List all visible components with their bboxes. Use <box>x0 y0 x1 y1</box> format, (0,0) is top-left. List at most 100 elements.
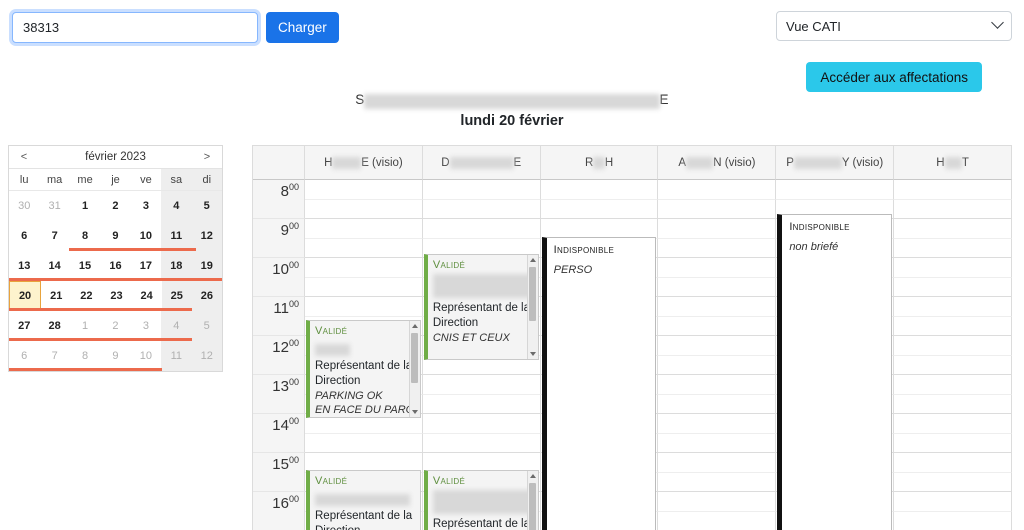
schedule-cell[interactable] <box>658 453 777 473</box>
load-button[interactable]: Charger <box>266 12 339 43</box>
schedule-cell[interactable] <box>894 375 1012 395</box>
schedule-cell[interactable] <box>305 238 423 258</box>
schedule-cell[interactable] <box>658 258 777 278</box>
schedule-cell[interactable] <box>894 355 1012 375</box>
schedule-cell[interactable] <box>305 277 423 297</box>
schedule-cell[interactable] <box>422 394 541 414</box>
event-scrollbar[interactable] <box>526 255 538 359</box>
schedule-cell[interactable] <box>658 472 777 492</box>
schedule-cell[interactable] <box>658 492 777 512</box>
datepicker-day[interactable]: 8 <box>70 221 100 251</box>
schedule-cell[interactable] <box>422 199 541 219</box>
schedule-cell[interactable] <box>658 297 777 317</box>
schedule-day-column-2[interactable]: Indisponible PERSO <box>540 180 659 530</box>
schedule-cell[interactable] <box>422 180 541 200</box>
schedule-cell[interactable] <box>658 433 777 453</box>
schedule-cell[interactable] <box>540 219 659 239</box>
schedule-cell[interactable] <box>658 336 777 356</box>
schedule-cell[interactable] <box>658 277 777 297</box>
schedule-cell[interactable] <box>305 219 423 239</box>
schedule-cell[interactable] <box>894 258 1012 278</box>
datepicker-day[interactable]: 5 <box>191 311 222 341</box>
datepicker-day[interactable]: 16 <box>100 251 130 281</box>
event-scrollbar[interactable] <box>526 471 538 530</box>
schedule-cell[interactable] <box>894 219 1012 239</box>
schedule-cell[interactable] <box>540 199 659 219</box>
schedule-cell[interactable] <box>305 433 423 453</box>
datepicker-day[interactable]: 15 <box>70 251 100 281</box>
datepicker-day[interactable]: 13 <box>9 251 39 281</box>
datepicker-day[interactable]: 30 <box>9 191 39 221</box>
schedule-cell[interactable] <box>422 219 541 239</box>
schedule-cell[interactable] <box>658 199 777 219</box>
datepicker-day[interactable]: 10 <box>131 341 161 371</box>
schedule-cell[interactable] <box>894 492 1012 512</box>
datepicker-day[interactable]: 19 <box>191 251 222 281</box>
scrollbar-thumb[interactable] <box>411 333 419 383</box>
schedule-cell[interactable] <box>894 453 1012 473</box>
schedule-cell[interactable] <box>658 414 777 434</box>
schedule-cell[interactable] <box>305 199 423 219</box>
datepicker-day[interactable]: 10 <box>131 221 161 251</box>
datepicker-day[interactable]: 9 <box>100 341 130 371</box>
datepicker-next-month-button[interactable]: > <box>192 151 222 163</box>
datepicker-day[interactable]: 7 <box>39 221 69 251</box>
schedule-cell[interactable] <box>305 297 423 317</box>
scroll-up-icon[interactable] <box>529 474 536 478</box>
schedule-cell[interactable] <box>540 180 659 200</box>
schedule-column-header-2[interactable]: RICH <box>540 146 659 180</box>
datepicker-day-selected[interactable]: 20 <box>9 281 42 311</box>
schedule-column-header-1[interactable]: DONTENVILLE <box>422 146 541 180</box>
datepicker-prev-month-button[interactable]: < <box>9 151 39 163</box>
schedule-cell[interactable] <box>658 355 777 375</box>
schedule-day-column-3[interactable] <box>658 180 777 530</box>
schedule-day-column-0[interactable]: Validé SOLEA Représentant de la Direction P… <box>305 180 423 530</box>
schedule-cell[interactable] <box>894 297 1012 317</box>
datepicker-day[interactable]: 14 <box>39 251 69 281</box>
schedule-cell[interactable] <box>894 277 1012 297</box>
datepicker-day[interactable]: 3 <box>131 311 161 341</box>
schedule-cell[interactable] <box>894 336 1012 356</box>
unavailable-block[interactable]: Indisponible non briefé <box>777 214 893 530</box>
schedule-column-header-3[interactable]: ANTOIN (visio) <box>658 146 777 180</box>
schedule-column-header-4[interactable]: PIMOULINY (visio) <box>776 146 895 180</box>
schedule-day-column-5[interactable] <box>894 180 1012 530</box>
schedule-cell[interactable] <box>894 199 1012 219</box>
datepicker-day[interactable]: 27 <box>9 311 39 341</box>
datepicker-day[interactable]: 22 <box>71 281 101 311</box>
event-scrollbar[interactable] <box>408 321 420 417</box>
datepicker-day[interactable]: 1 <box>70 191 100 221</box>
datepicker-day[interactable]: 17 <box>131 251 161 281</box>
schedule-cell[interactable] <box>894 316 1012 336</box>
schedule-cell[interactable] <box>658 238 777 258</box>
schedule-cell[interactable] <box>776 180 895 200</box>
schedule-cell[interactable] <box>305 258 423 278</box>
datepicker-day[interactable]: 21 <box>41 281 71 311</box>
schedule-column-header-0[interactable]: HILAIRE (visio) <box>305 146 423 180</box>
schedule-cell[interactable] <box>894 414 1012 434</box>
schedule-cell[interactable] <box>894 180 1012 200</box>
datepicker-day[interactable]: 9 <box>100 221 130 251</box>
schedule-cell[interactable] <box>422 375 541 395</box>
datepicker-day[interactable]: 31 <box>39 191 69 221</box>
scroll-up-icon[interactable] <box>411 324 418 328</box>
datepicker-day[interactable]: 25 <box>161 281 192 311</box>
datepicker-day[interactable]: 6 <box>9 221 39 251</box>
datepicker-day[interactable]: 2 <box>100 311 130 341</box>
schedule-day-column-4[interactable]: Indisponible non briefé <box>776 180 895 530</box>
datepicker-day[interactable]: 4 <box>161 311 192 341</box>
schedule-cell[interactable] <box>422 414 541 434</box>
schedule-cell[interactable] <box>658 394 777 414</box>
datepicker-day[interactable]: 12 <box>191 341 222 371</box>
schedule-cell[interactable] <box>658 375 777 395</box>
datepicker-day[interactable]: 12 <box>191 221 222 251</box>
schedule-cell[interactable] <box>894 238 1012 258</box>
appointment-card[interactable]: Validé SAFRAN LANDING SYSTEMS Représentant… <box>423 254 539 360</box>
scrollbar-thumb[interactable] <box>529 267 537 322</box>
schedule-cell[interactable] <box>658 219 777 239</box>
schedule-cell[interactable] <box>894 394 1012 414</box>
schedule-cell[interactable] <box>894 511 1012 530</box>
appointment-card[interactable]: Validé L'ECLAT D'ALSACE Représentant de la… <box>306 470 421 530</box>
datepicker-day[interactable]: 11 <box>161 221 192 251</box>
schedule-cell[interactable] <box>658 180 777 200</box>
